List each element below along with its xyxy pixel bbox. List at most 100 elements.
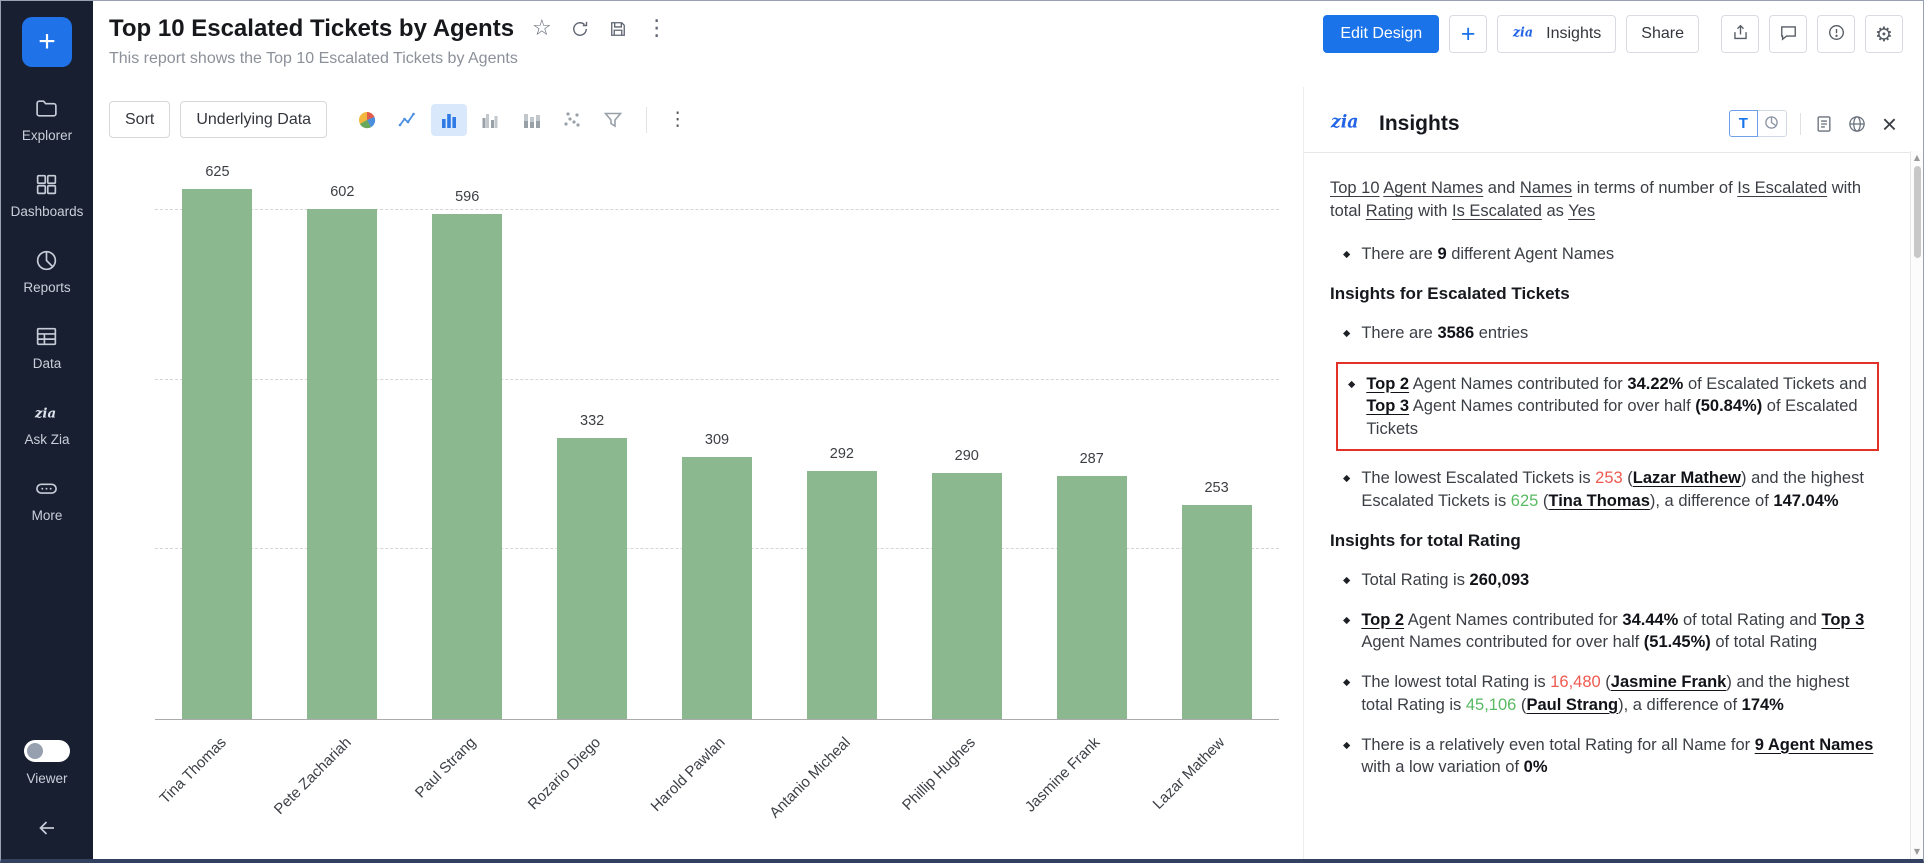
insight-text: ( (1601, 673, 1611, 691)
report-document-icon[interactable] (1814, 114, 1834, 134)
sidebar-item-label: Data (33, 356, 62, 371)
underlying-data-button[interactable]: Underlying Data (180, 101, 327, 138)
x-axis-labels: Tina ThomasPete ZachariahPaul StrangRoza… (155, 720, 1279, 838)
sidebar: + Explorer Dashboards Reports (1, 1, 93, 859)
bar-rozario-diego[interactable]: 332 (557, 438, 627, 719)
bar-value-label: 625 (205, 164, 229, 180)
share-button[interactable]: Share (1626, 15, 1699, 53)
insight-link[interactable]: Jasmine Frank (1611, 673, 1727, 691)
line-chart-type-icon[interactable] (390, 104, 426, 136)
export-button[interactable] (1721, 15, 1759, 53)
bar-value-label: 253 (1204, 480, 1228, 496)
insight-text: Agent Names contributed for over half (1361, 633, 1643, 651)
insight-text: 34.44% (1622, 611, 1678, 629)
insight-text: 147.04% (1773, 492, 1838, 510)
insights-scrollbar[interactable]: ▲ ▼ (1910, 151, 1923, 859)
insight-text: Agent Names contributed for (1409, 375, 1627, 393)
language-globe-icon[interactable] (1847, 114, 1867, 134)
insight-link[interactable]: Is Escalated (1737, 179, 1827, 197)
close-icon[interactable]: × (1882, 111, 1897, 137)
insight-text: ( (1623, 469, 1633, 487)
insight-text: 174% (1742, 696, 1784, 714)
bars-container: 625 602 596 332 309 292 290 287 253 (155, 168, 1279, 719)
toolbar-more-options-icon[interactable]: ⋮ (662, 110, 693, 129)
insights-text-view-button[interactable]: T (1729, 110, 1758, 137)
alerts-button[interactable] (1817, 15, 1855, 53)
scroll-down-arrow-icon[interactable]: ▼ (1914, 847, 1920, 857)
bar-phillip-hughes[interactable]: 290 (932, 473, 1002, 719)
collapse-sidebar-icon[interactable] (35, 816, 59, 845)
bullet-diamond-icon: ◆ (1343, 472, 1350, 513)
plus-icon: + (1461, 22, 1476, 47)
add-button[interactable]: + (1449, 15, 1487, 53)
scatter-chart-type-icon[interactable] (554, 104, 590, 136)
insight-link[interactable]: Paul Strang (1526, 696, 1618, 714)
settings-button[interactable]: ⚙ (1865, 15, 1903, 53)
insight-link[interactable]: Names (1520, 179, 1572, 197)
insight-link[interactable]: Top 3 (1821, 611, 1864, 629)
zia-logo-icon: zia (1512, 22, 1539, 47)
save-icon[interactable] (608, 19, 628, 39)
insights-chart-view-button[interactable] (1758, 110, 1787, 137)
insight-text: There is a relatively even total Rating … (1361, 736, 1754, 754)
insight-text: ( (1516, 696, 1526, 714)
insight-text: 45,106 (1466, 696, 1516, 714)
bar-tina-thomas[interactable]: 625 (182, 189, 252, 719)
sidebar-item-label: Explorer (22, 128, 72, 143)
create-new-button[interactable]: + (22, 17, 72, 67)
sidebar-bottom: Viewer (24, 740, 70, 845)
x-axis-label: Lazar Mathew (1150, 734, 1229, 813)
viewer-toggle[interactable] (24, 740, 70, 762)
bar-slot: 292 (779, 168, 904, 719)
sidebar-item-data[interactable]: Data (33, 324, 62, 371)
insight-text: The lowest Escalated Tickets is (1361, 469, 1595, 487)
x-axis-label: Rozario Diego (525, 734, 604, 813)
insights-content: Top 10 Agent Names and Names in terms of… (1304, 153, 1923, 859)
sidebar-item-reports[interactable]: Reports (23, 248, 70, 295)
export-icon (1731, 23, 1750, 45)
insight-link[interactable]: Rating (1366, 202, 1414, 220)
stacked-column-chart-type-icon[interactable] (513, 104, 549, 136)
insight-link[interactable]: Is Escalated (1452, 202, 1542, 220)
insight-link[interactable]: Top 3 (1366, 397, 1409, 415)
favorite-star-icon[interactable]: ☆ (532, 18, 552, 40)
pie-chart-type-icon[interactable] (349, 104, 385, 136)
sidebar-item-more[interactable]: More (32, 476, 63, 523)
sort-button[interactable]: Sort (109, 101, 170, 138)
bar-harold-pawlan[interactable]: 309 (682, 457, 752, 719)
scrollbar-thumb[interactable] (1914, 166, 1921, 258)
insight-link[interactable]: Top 2 (1361, 611, 1404, 629)
content-row: Sort Underlying Data (93, 87, 1923, 859)
bar-chart: 625 602 596 332 309 292 290 287 253 Tina ThomasP… (155, 168, 1279, 838)
insight-link[interactable]: Lazar Mathew (1633, 469, 1741, 487)
scroll-up-arrow-icon[interactable]: ▲ (1914, 153, 1920, 163)
bar-chart-type-icon[interactable] (431, 104, 467, 136)
insight-text: different Agent Names (1447, 245, 1615, 263)
bar-paul-strang[interactable]: 596 (432, 214, 502, 719)
refresh-icon[interactable] (570, 19, 590, 39)
edit-design-button[interactable]: Edit Design (1323, 15, 1439, 53)
bar-slot: 625 (155, 168, 280, 719)
bar-slot: 287 (1029, 168, 1154, 719)
title-more-options-icon[interactable]: ⋮ (646, 18, 668, 40)
insight-link[interactable]: Top 2 (1366, 375, 1409, 393)
insight-link[interactable]: Yes (1568, 202, 1595, 220)
sidebar-item-explorer[interactable]: Explorer (22, 96, 72, 143)
bar-pete-zachariah[interactable]: 602 (307, 209, 377, 719)
insight-link[interactable]: Top 10 (1330, 179, 1380, 197)
insight-link[interactable]: Tina Thomas (1548, 492, 1649, 510)
insight-link[interactable]: Agent Names (1383, 179, 1483, 197)
sidebar-item-dashboards[interactable]: Dashboards (11, 172, 84, 219)
grouped-column-chart-type-icon[interactable] (472, 104, 508, 136)
bar-lazar-mathew[interactable]: 253 (1182, 505, 1252, 719)
funnel-chart-type-icon[interactable] (595, 104, 631, 136)
insight-link[interactable]: 9 Agent Names (1755, 736, 1874, 754)
x-axis-label: Tina Thomas (156, 734, 229, 807)
sidebar-item-ask-zia[interactable]: zia Ask Zia (24, 400, 69, 447)
comments-button[interactable] (1769, 15, 1807, 53)
insight-text: with (1413, 202, 1452, 220)
bar-jasmine-frank[interactable]: 287 (1057, 476, 1127, 719)
insight-text: 9 (1437, 245, 1446, 263)
bar-antanio-micheal[interactable]: 292 (807, 471, 877, 719)
insights-button[interactable]: zia Insights (1497, 15, 1616, 53)
